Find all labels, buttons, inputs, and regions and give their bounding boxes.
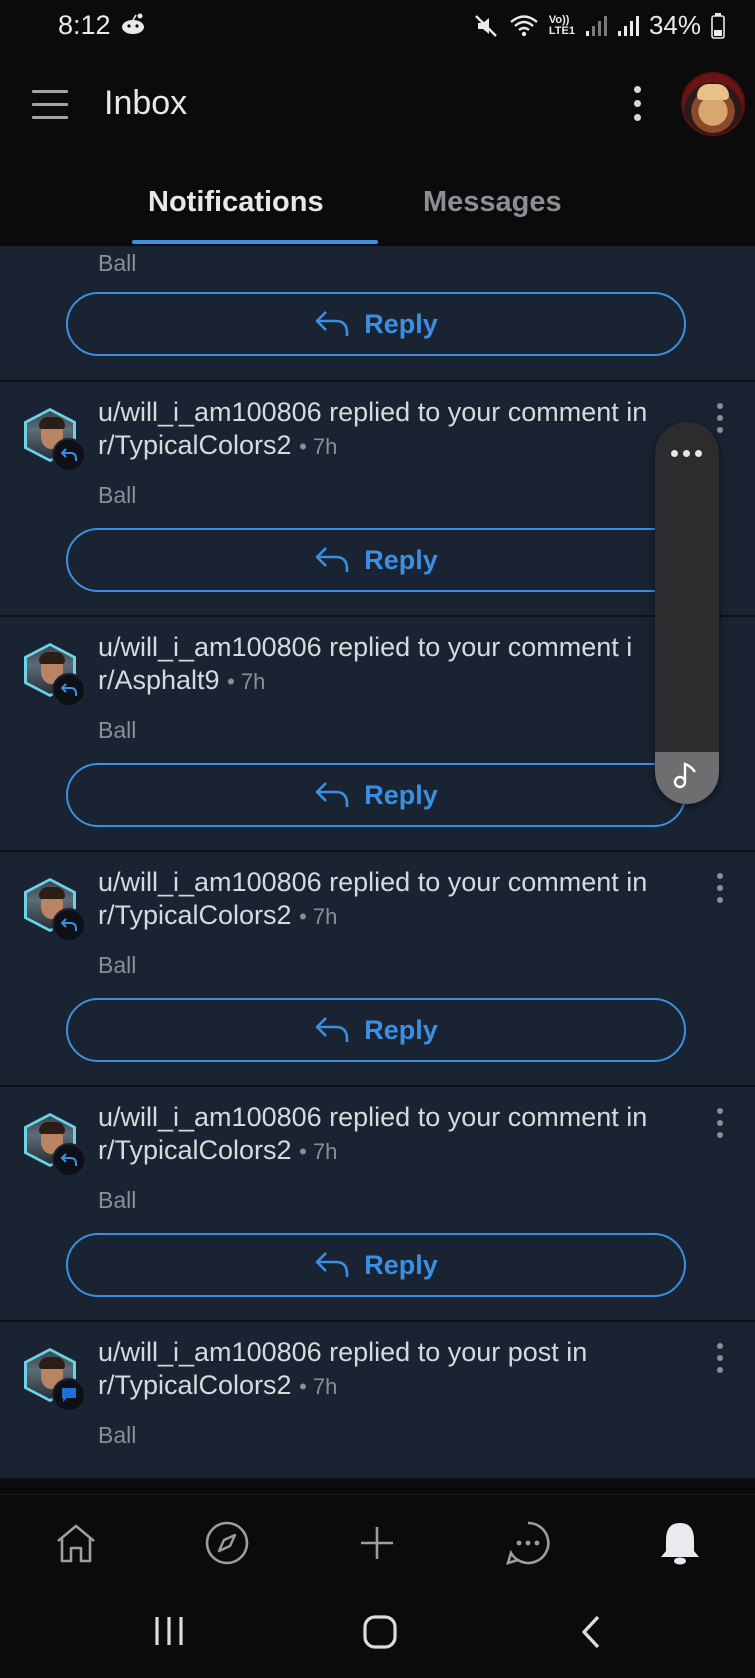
notification-subtitle: Ball — [98, 1422, 137, 1448]
reply-arrow-icon — [315, 782, 349, 807]
more-horizontal-icon[interactable] — [671, 450, 702, 457]
reply-icon — [52, 908, 86, 942]
notification-message: u/will_i_am100806 replied to your commen… — [98, 1102, 648, 1132]
reply-button[interactable]: Reply — [66, 292, 686, 356]
reply-arrow-icon — [315, 547, 349, 572]
notification-text: u/will_i_am100806 replied to your commen… — [98, 866, 698, 933]
card-more-icon[interactable] — [714, 1342, 726, 1374]
status-bar: 8:12 Vo)) LTE1 34% — [0, 0, 755, 54]
reply-icon — [52, 1143, 86, 1177]
notification-text: u/will_i_am100806 replied to your commen… — [98, 396, 698, 463]
reply-icon — [52, 438, 86, 472]
chat-bubble-icon — [52, 1378, 86, 1412]
bell-icon[interactable] — [654, 1517, 706, 1569]
signal-icon — [585, 15, 607, 36]
more-vertical-icon[interactable] — [630, 84, 644, 124]
battery-percent: 34% — [648, 10, 701, 40]
reply-label: Reply — [364, 544, 438, 575]
notification-feed[interactable]: Ball Reply u/will_i_am100806 replied to … — [0, 246, 755, 1494]
community-link[interactable]: r/TypicalColors2 — [98, 1135, 292, 1165]
reply-arrow-icon — [315, 1252, 349, 1277]
plus-icon[interactable] — [351, 1517, 403, 1569]
music-note-icon[interactable] — [671, 760, 699, 790]
card-more-icon[interactable] — [714, 402, 726, 434]
notification-subtitle: Ball — [98, 250, 137, 276]
avatar[interactable] — [24, 408, 86, 472]
card-more-icon[interactable] — [714, 872, 726, 904]
notification-message: u/will_i_am100806 replied to your post i… — [98, 1337, 588, 1367]
system-navigation — [0, 1588, 755, 1678]
avatar[interactable] — [24, 878, 86, 942]
notification-subtitle: Ball — [98, 482, 137, 508]
notification-text: u/will_i_am100806 replied to your commen… — [98, 1101, 698, 1168]
status-time: 8:12 — [58, 10, 111, 40]
notification-time: • 7h — [299, 1374, 338, 1399]
reply-icon — [52, 673, 86, 707]
community-link[interactable]: r/TypicalColors2 — [98, 900, 292, 930]
reply-button[interactable]: Reply — [66, 763, 686, 827]
wifi-icon — [510, 14, 538, 36]
avatar[interactable] — [24, 643, 86, 707]
notification-card[interactable]: u/will_i_am100806 replied to your commen… — [0, 852, 755, 1087]
reply-arrow-icon — [315, 1017, 349, 1042]
page-title: Inbox — [104, 84, 188, 122]
notification-message: u/will_i_am100806 replied to your commen… — [98, 867, 648, 897]
inbox-tabs: Notifications Messages — [0, 162, 755, 246]
reply-button[interactable]: Reply — [66, 528, 686, 592]
recents-icon[interactable] — [152, 1614, 186, 1648]
chat-icon[interactable] — [502, 1517, 554, 1569]
notification-time: • 7h — [299, 904, 338, 929]
notification-card[interactable]: u/will_i_am100806 replied to your commen… — [0, 617, 755, 852]
notification-text: u/will_i_am100806 replied to your commen… — [98, 631, 698, 698]
notification-subtitle: Ball — [98, 1187, 137, 1213]
home-circle-icon[interactable] — [362, 1614, 398, 1650]
reply-label: Reply — [364, 1249, 438, 1280]
mute-icon — [475, 14, 497, 37]
notification-card[interactable]: u/will_i_am100806 replied to your post i… — [0, 1322, 755, 1480]
reply-label: Reply — [364, 1014, 438, 1045]
volte-label: Vo)) — [548, 13, 570, 26]
notification-message: u/will_i_am100806 replied to your commen… — [98, 397, 648, 427]
reply-label: Reply — [364, 779, 438, 810]
tab-messages[interactable]: Messages — [423, 186, 562, 219]
card-more-icon[interactable] — [714, 1107, 726, 1139]
home-icon[interactable] — [50, 1517, 102, 1569]
bottom-navigation — [0, 1494, 755, 1589]
reply-label: Reply — [364, 308, 438, 339]
notification-card[interactable]: u/will_i_am100806 replied to your commen… — [0, 1087, 755, 1322]
notification-subtitle: Ball — [98, 952, 137, 978]
avatar[interactable] — [24, 1348, 86, 1412]
floating-edge-panel[interactable] — [655, 422, 719, 804]
lte-label: LTE1 — [548, 24, 575, 37]
notification-message: u/will_i_am100806 replied to your commen… — [98, 632, 633, 662]
reply-arrow-icon — [315, 311, 349, 336]
active-tab-indicator — [132, 240, 378, 244]
app-header: Inbox — [0, 54, 755, 162]
notification-time: • 7h — [299, 1139, 338, 1164]
notification-time: • 7h — [227, 669, 266, 694]
back-icon[interactable] — [578, 1614, 604, 1650]
notification-time: • 7h — [299, 434, 338, 459]
notification-card[interactable]: Ball Reply — [0, 246, 755, 382]
signal-icon — [617, 15, 639, 36]
community-link[interactable]: r/Asphalt9 — [98, 665, 220, 695]
compass-icon[interactable] — [201, 1517, 253, 1569]
reply-button[interactable]: Reply — [66, 1233, 686, 1297]
avatar[interactable] — [24, 1113, 86, 1177]
community-link[interactable]: r/TypicalColors2 — [98, 430, 292, 460]
reddit-icon — [122, 13, 144, 34]
volte-icon: Vo)) LTE1 — [548, 13, 575, 37]
reply-button[interactable]: Reply — [66, 998, 686, 1062]
user-avatar[interactable] — [681, 72, 745, 136]
notification-text: u/will_i_am100806 replied to your post i… — [98, 1336, 698, 1403]
community-link[interactable]: r/TypicalColors2 — [98, 1370, 292, 1400]
notification-card[interactable]: u/will_i_am100806 replied to your commen… — [0, 382, 755, 617]
notification-subtitle: Ball — [98, 717, 137, 743]
hamburger-icon[interactable] — [32, 90, 68, 120]
tab-notifications[interactable]: Notifications — [148, 186, 324, 219]
status-icons: Vo)) LTE1 34% — [473, 10, 725, 41]
battery-icon — [711, 12, 725, 39]
